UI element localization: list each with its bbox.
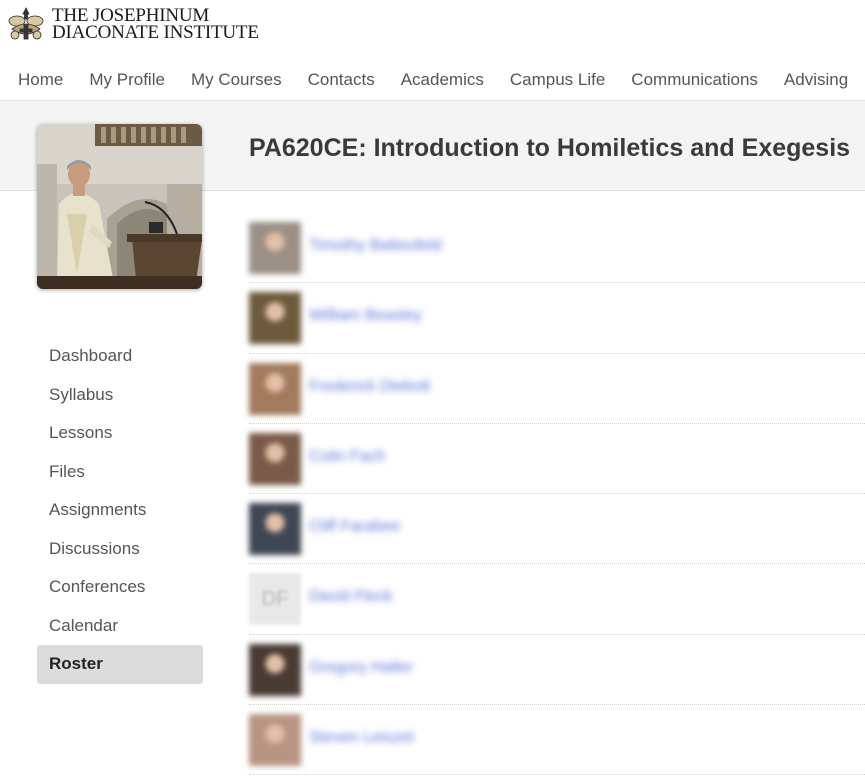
sidebar-item-conferences[interactable]: Conferences — [37, 568, 203, 607]
avatar[interactable] — [249, 643, 301, 696]
avatar[interactable] — [249, 292, 301, 345]
roster-name-link[interactable]: David Fleck — [309, 588, 393, 606]
course-title: PA620CE: Introduction to Homiletics and … — [249, 134, 851, 162]
brand-header[interactable]: THE JOSEPHINUM DIACONATE INSTITUTE — [6, 4, 259, 44]
sidebar-item-files[interactable]: Files — [37, 453, 203, 492]
roster-name-link[interactable]: William Beasley — [309, 307, 422, 325]
sidebar-item-assignments[interactable]: Assignments — [37, 491, 203, 530]
nav-item-campus-life[interactable]: Campus Life — [497, 70, 618, 90]
nav-item-contacts[interactable]: Contacts — [295, 70, 388, 90]
nav-item-my-profile[interactable]: My Profile — [76, 70, 178, 90]
sidebar-item-dashboard[interactable]: Dashboard — [37, 337, 203, 376]
crest-logo-icon — [8, 7, 44, 40]
priest-at-lectern-image — [37, 124, 202, 289]
avatar[interactable] — [249, 432, 301, 485]
course-sidebar: Dashboard Syllabus Lessons Files Assignm… — [37, 337, 203, 684]
roster-name-link[interactable]: Frederick Diebolt — [309, 378, 430, 396]
roster-name-link[interactable]: Steven Leiszet — [309, 729, 414, 747]
nav-item-home[interactable]: Home — [0, 70, 76, 90]
nav-item-advising[interactable]: Advising — [771, 70, 861, 90]
roster-row: Steven Leiszet — [249, 705, 865, 776]
brand-name: THE JOSEPHINUM DIACONATE INSTITUTE — [52, 6, 259, 43]
avatar-initials[interactable]: DF — [249, 573, 301, 626]
avatar[interactable] — [249, 503, 301, 556]
nav-item-academics[interactable]: Academics — [388, 70, 497, 90]
roster-name-link[interactable]: Colin Fach — [309, 448, 385, 466]
roster-row: Gregory Haller — [249, 635, 865, 706]
sidebar-item-calendar[interactable]: Calendar — [37, 607, 203, 646]
sidebar-item-lessons[interactable]: Lessons — [37, 414, 203, 453]
roster-row: William Beasley — [249, 283, 865, 354]
nav-item-my-courses[interactable]: My Courses — [178, 70, 295, 90]
roster-row: Cliff Farabee — [249, 494, 865, 565]
avatar[interactable] — [249, 222, 301, 274]
avatar[interactable] — [249, 362, 301, 415]
roster-name-link[interactable]: Cliff Farabee — [309, 518, 400, 536]
main-nav: Home My Profile My Courses Contacts Acad… — [0, 60, 865, 101]
sidebar-item-discussions[interactable]: Discussions — [37, 530, 203, 569]
roster-row: Timothy Batteufeld — [249, 213, 865, 284]
brand-line-2: DIACONATE INSTITUTE — [52, 22, 259, 43]
roster-row: Frederick Diebolt — [249, 354, 865, 424]
page: THE JOSEPHINUM DIACONATE INSTITUTE Home … — [0, 0, 865, 781]
roster-name-link[interactable]: Timothy Batteufeld — [309, 237, 442, 255]
roster-row: DF David Fleck — [249, 564, 865, 635]
course-image — [37, 124, 202, 289]
nav-item-communications[interactable]: Communications — [618, 70, 771, 90]
sidebar-item-roster[interactable]: Roster — [37, 645, 203, 684]
sidebar-item-syllabus[interactable]: Syllabus — [37, 376, 203, 415]
avatar[interactable] — [249, 714, 301, 767]
roster-list: Timothy Batteufeld William Beasley Frede… — [249, 213, 865, 776]
roster-row: Colin Fach — [249, 424, 865, 495]
roster-name-link[interactable]: Gregory Haller — [309, 659, 413, 677]
